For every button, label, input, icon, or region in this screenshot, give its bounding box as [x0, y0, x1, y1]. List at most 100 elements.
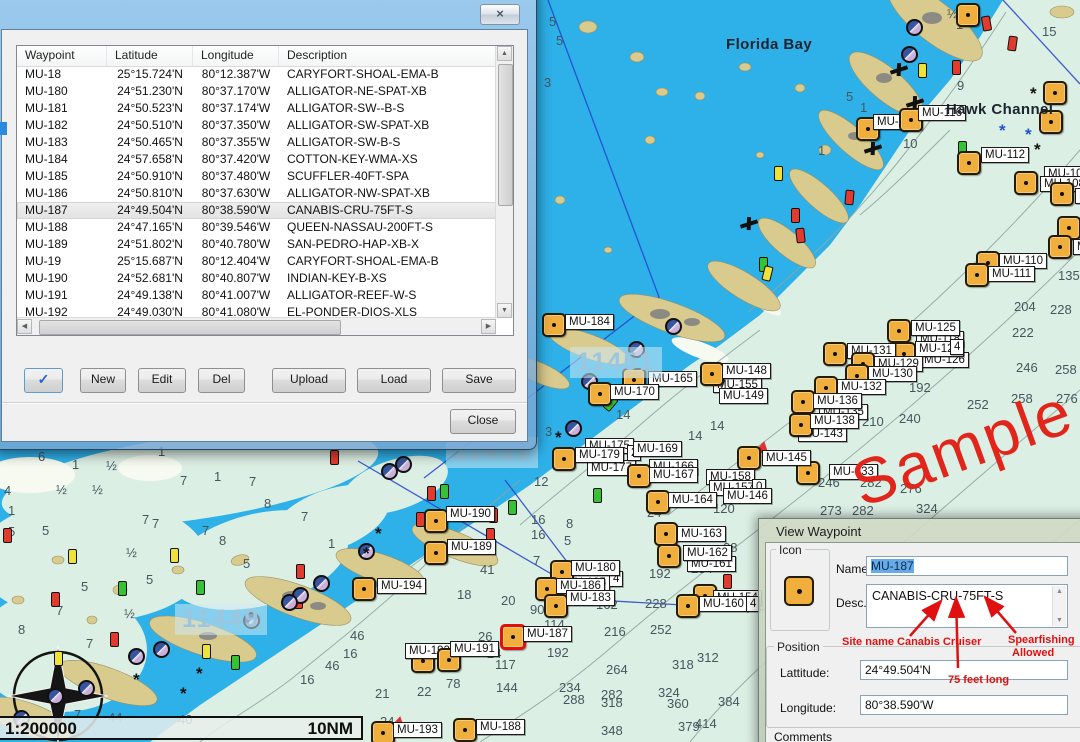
table-row-mu-183[interactable]: MU-18324°50.465'N80°37.355'WALLIGATOR-SW…	[17, 134, 496, 151]
table-row-mu-192[interactable]: MU-19224°49.030'N80°41.080'WEL-PONDER-DI…	[17, 304, 496, 318]
map-waypoint-icon-mu-1[interactable]	[1050, 182, 1074, 206]
table-row-mu-180[interactable]: MU-18024°51.230'N80°37.170'WALLIGATOR-NE…	[17, 83, 496, 100]
map-waypoint-label[interactable]: 4	[950, 339, 964, 355]
table-row-mu-189[interactable]: MU-18924°51.802'N80°40.780'WSAN-PEDRO-HA…	[17, 236, 496, 253]
map-waypoint-label[interactable]: MU-111	[988, 266, 1035, 282]
column-header-latitude[interactable]: Latitude	[107, 46, 193, 66]
horizontal-scrollbar[interactable]: ◀ ▶	[17, 317, 496, 335]
map-waypoint-label[interactable]: MU-190	[446, 506, 495, 522]
map-waypoint-label[interactable]: MU-164	[668, 492, 717, 508]
map-waypoint-icon-mu-108[interactable]	[1014, 171, 1038, 195]
table-row-mu-184[interactable]: MU-18424°57.658'N80°37.420'WCOTTON-KEY-W…	[17, 151, 496, 168]
table-row-mu-19[interactable]: MU-1925°15.687'N80°12.404'WCARYFORT-SHOA…	[17, 253, 496, 270]
desc-input[interactable]: CANABIS-CRU-75FT-S ▲ ▼	[866, 584, 1068, 628]
map-waypoint-label[interactable]: MU-148	[722, 363, 771, 379]
waypoint-table[interactable]: WaypointLatitudeLongitudeDescription MU-…	[16, 45, 514, 336]
map-waypoint-icon[interactable]	[956, 3, 980, 27]
map-waypoint-icon-mu-145[interactable]	[737, 446, 761, 470]
desc-scroll-down-icon[interactable]: ▼	[1053, 617, 1066, 624]
map-waypoint-label[interactable]: MU-146	[723, 488, 772, 504]
map-waypoint-icon-mu-167[interactable]	[627, 464, 651, 488]
map-waypoint-label[interactable]: MU-179	[575, 447, 624, 463]
map-waypoint-icon-mu-163[interactable]	[654, 522, 678, 546]
window-close-button[interactable]: ×	[480, 4, 520, 25]
map-waypoint-icon-mu-193[interactable]	[371, 721, 395, 742]
column-header-description[interactable]: Description	[279, 46, 496, 66]
map-waypoint-label[interactable]: MU-138	[810, 413, 859, 429]
scroll-down-arrow-icon[interactable]: ▼	[497, 303, 512, 318]
desc-scrollbar[interactable]: ▲ ▼	[1052, 586, 1066, 626]
map-waypoint-icon-mu-125[interactable]	[887, 319, 911, 343]
map-waypoint-icon-mu-136[interactable]	[791, 390, 815, 414]
table-row-mu-188[interactable]: MU-18824°47.165'N80°39.546'WQUEEN-NASSAU…	[17, 219, 496, 236]
map-waypoint-label[interactable]: MU-194	[377, 578, 426, 594]
map-waypoint-label[interactable]: MU-189	[447, 539, 496, 555]
table-row-mu-186[interactable]: MU-18624°50.810'N80°37.630'WALLIGATOR-NW…	[17, 185, 496, 202]
map-waypoint-icon-mu-162[interactable]	[657, 544, 681, 568]
map-waypoint-label[interactable]: M	[1073, 239, 1080, 255]
map-waypoint-label[interactable]: MU-193	[393, 722, 442, 738]
scroll-right-arrow-icon[interactable]: ▶	[481, 319, 496, 334]
map-waypoint-label[interactable]: MU-160	[699, 596, 748, 612]
upload-button[interactable]: Upload	[272, 368, 346, 393]
map-waypoint-label[interactable]: MU-167	[649, 467, 698, 483]
map-waypoint-label[interactable]: MU-149	[719, 388, 768, 404]
map-waypoint-icon-mu-111[interactable]	[965, 263, 989, 287]
map-waypoint-label[interactable]: MU-184	[565, 314, 614, 330]
map-waypoint-icon-mu-189[interactable]	[424, 541, 448, 565]
map-waypoint-icon-mu-194[interactable]	[352, 577, 376, 601]
waypoint-icon-preview[interactable]	[784, 576, 814, 606]
table-row-mu-185[interactable]: MU-18524°50.910'N80°37.480'WSCUFFLER-40F…	[17, 168, 496, 185]
close-button[interactable]: Close	[450, 409, 516, 434]
map-waypoint-label[interactable]: MU-169	[633, 441, 682, 457]
desc-scroll-up-icon[interactable]: ▲	[1053, 588, 1066, 595]
load-button[interactable]: Load	[357, 368, 431, 393]
horizontal-scroll-thumb[interactable]	[39, 320, 341, 335]
map-waypoint-icon-mu-184[interactable]	[542, 313, 566, 337]
map-waypoint-icon-mu-112[interactable]	[957, 151, 981, 175]
map-waypoint-label[interactable]: MU-145	[762, 450, 811, 466]
map-waypoint-icon-m[interactable]	[1048, 235, 1072, 259]
del-button[interactable]: Del	[198, 368, 245, 393]
scroll-up-arrow-icon[interactable]: ▲	[497, 46, 512, 61]
save-button[interactable]: Save	[442, 368, 516, 393]
map-waypoint-label[interactable]: MU-188	[476, 719, 525, 735]
table-row-mu-191[interactable]: MU-19124°49.138'N80°41.007'WALLIGATOR-RE…	[17, 287, 496, 304]
column-header-longitude[interactable]: Longitude	[193, 46, 279, 66]
map-waypoint-label[interactable]: MU-183	[566, 590, 615, 606]
table-row-mu-187[interactable]: MU-18724°49.504'N80°38.590'WCANABIS-CRU-…	[17, 202, 496, 219]
table-row-mu-18[interactable]: MU-1825°15.724'N80°12.387'WCARYFORT-SHOA…	[17, 66, 496, 83]
new-button[interactable]: New	[80, 368, 126, 393]
waypoint-table-header[interactable]: WaypointLatitudeLongitudeDescription	[17, 46, 496, 67]
map-waypoint-label[interactable]: MU-180	[571, 560, 620, 576]
map-waypoint-icon-mu-183[interactable]	[544, 594, 568, 618]
map-waypoint-icon-mu-170[interactable]	[588, 382, 612, 406]
scroll-left-arrow-icon[interactable]: ◀	[17, 319, 32, 334]
vertical-scrollbar[interactable]: ▲ ▼	[495, 46, 513, 318]
map-waypoint-icon-mu-188[interactable]	[453, 718, 477, 742]
map-waypoint-label[interactable]: MU-136	[813, 393, 862, 409]
edit-button[interactable]: Edit	[138, 368, 186, 393]
confirm-check-button[interactable]: ✓	[24, 368, 63, 393]
column-header-waypoint[interactable]: Waypoint	[17, 46, 107, 66]
map-waypoint-label[interactable]: MU-191	[450, 641, 499, 657]
map-waypoint-label[interactable]: MU-170	[610, 384, 659, 400]
waypoint-table-body[interactable]: MU-1825°15.724'N80°12.387'WCARYFORT-SHOA…	[17, 66, 496, 318]
map-waypoint-icon-mu-148[interactable]	[700, 362, 724, 386]
name-input[interactable]: MU-187	[866, 556, 1068, 576]
map-waypoint-icon-mu-179[interactable]	[552, 447, 576, 471]
map-waypoint-label[interactable]: MU-112	[981, 147, 1029, 163]
map-waypoint-label[interactable]: MU-125	[911, 320, 960, 336]
map-waypoint-label[interactable]: MU-187	[523, 626, 572, 642]
table-row-mu-190[interactable]: MU-19024°52.681'N80°40.807'WINDIAN-KEY-B…	[17, 270, 496, 287]
map-waypoint-label[interactable]: MU-163	[677, 526, 726, 542]
map-waypoint-icon-mu-190[interactable]	[424, 509, 448, 533]
map-waypoint-icon-mu-131[interactable]	[823, 342, 847, 366]
map-waypoint-icon-mu-164[interactable]	[646, 490, 670, 514]
longitude-input[interactable]: 80°38.590'W	[860, 695, 1068, 715]
table-row-mu-182[interactable]: MU-18224°50.510'N80°37.350'WALLIGATOR-SW…	[17, 117, 496, 134]
vertical-scroll-thumb[interactable]	[498, 64, 513, 206]
table-row-mu-181[interactable]: MU-18124°50.523'N80°37.174'WALLIGATOR-SW…	[17, 100, 496, 117]
map-waypoint-label[interactable]: MU-162	[683, 545, 732, 561]
map-waypoint-icon-mu-160[interactable]	[676, 594, 700, 618]
